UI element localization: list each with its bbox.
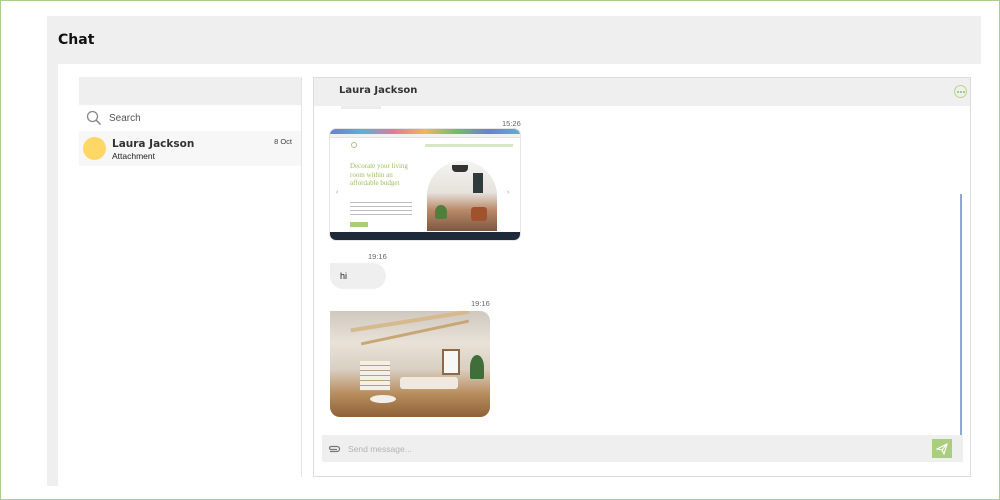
chat-contact-name: Laura Jackson	[339, 85, 418, 96]
conversation-preview: Attachment	[112, 151, 155, 161]
conversation-list-header	[79, 77, 301, 105]
previous-message-edge	[341, 106, 381, 109]
more-options-icon[interactable]	[954, 85, 967, 98]
search-icon	[86, 110, 102, 126]
message-time: 19:16	[368, 252, 387, 261]
message-time: 19:16	[471, 299, 490, 308]
chat-scrollbar[interactable]	[960, 194, 962, 435]
conversation-item[interactable]: Laura Jackson Attachment 8 Oct	[79, 131, 301, 166]
message-input[interactable]	[348, 440, 908, 457]
page-title: Chat	[58, 32, 95, 48]
logo-icon	[351, 142, 357, 148]
paperclip-icon[interactable]	[327, 442, 343, 456]
avatar	[83, 137, 106, 160]
message-composer	[322, 435, 963, 462]
image-attachment[interactable]	[330, 311, 490, 417]
send-button[interactable]	[932, 439, 952, 458]
conversation-name: Laura Jackson	[112, 138, 195, 150]
search-box[interactable]: Search	[79, 105, 301, 131]
search-label: Search	[109, 112, 141, 124]
message-bubble: hi	[330, 263, 386, 289]
chat-window: Laura Jackson 15:26 ‹ Decorate your livi…	[313, 77, 971, 477]
message-time: 15:26	[502, 119, 521, 128]
image-attachment[interactable]: ‹ Decorate your living room within an af…	[330, 129, 520, 240]
send-icon	[936, 442, 948, 455]
app-frame: Chat Search Laura Jackson Attachment 8 O…	[0, 0, 1000, 500]
chat-page: Chat Search Laura Jackson Attachment 8 O…	[47, 16, 981, 486]
chat-panel: Search Laura Jackson Attachment 8 Oct La…	[58, 64, 981, 486]
chat-header: Laura Jackson	[314, 78, 970, 106]
attachment-headline: Decorate your living room within an affo…	[350, 162, 408, 187]
chevron-left-icon: ‹	[336, 189, 339, 196]
chevron-right-icon: ›	[507, 189, 510, 196]
panel-divider	[301, 77, 302, 477]
conversation-date: 8 Oct	[274, 137, 292, 146]
